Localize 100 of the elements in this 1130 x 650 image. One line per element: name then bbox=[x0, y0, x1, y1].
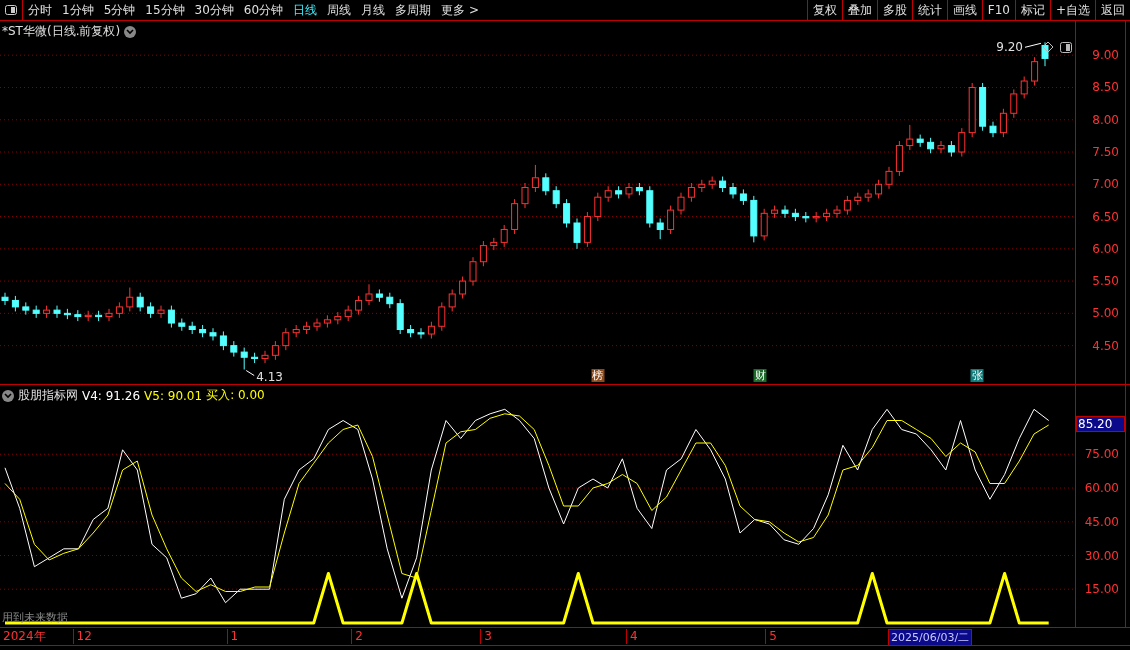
candlestick bbox=[833, 205, 841, 219]
candlestick bbox=[240, 347, 248, 370]
candlestick bbox=[916, 134, 924, 148]
candlestick bbox=[843, 195, 851, 216]
candlestick bbox=[459, 276, 467, 299]
candlestick bbox=[438, 301, 446, 332]
candlestick bbox=[563, 198, 571, 228]
period-tab[interactable]: 日线 bbox=[288, 0, 323, 20]
month-label: 1 bbox=[226, 629, 239, 644]
price-axis-label: 6.50 bbox=[1092, 209, 1119, 224]
candlestick bbox=[511, 198, 519, 235]
candlestick bbox=[667, 205, 675, 235]
period-tab[interactable]: 5分钟 bbox=[98, 0, 141, 20]
indicator-axis-label: 30.00 bbox=[1084, 548, 1119, 563]
candlestick bbox=[864, 188, 872, 203]
candlestick bbox=[771, 205, 779, 219]
diamond-icon[interactable] bbox=[1042, 41, 1054, 53]
candlestick bbox=[646, 185, 654, 228]
panel-icon[interactable] bbox=[5, 5, 17, 15]
candlestick bbox=[656, 218, 664, 240]
period-tab[interactable]: 更多 > bbox=[436, 0, 484, 20]
candlestick bbox=[32, 305, 40, 319]
candlestick bbox=[209, 327, 217, 341]
candlestick bbox=[323, 314, 331, 329]
price-axis-label: 6.00 bbox=[1092, 241, 1119, 256]
indicator-reading: 买入: 0.00 bbox=[206, 387, 265, 404]
candlestick bbox=[344, 305, 352, 322]
panel-icon[interactable] bbox=[1060, 42, 1072, 53]
candlestick bbox=[396, 298, 404, 335]
candlestick bbox=[282, 327, 290, 351]
candlestick bbox=[43, 305, 51, 319]
candlestick bbox=[927, 137, 935, 154]
candlestick bbox=[11, 295, 19, 312]
indicator-axis-label: 75.00 bbox=[1084, 447, 1119, 462]
period-tab[interactable]: 60分钟 bbox=[238, 0, 289, 20]
period-tab[interactable]: 月线 bbox=[356, 0, 391, 20]
candlestick bbox=[958, 127, 966, 158]
candlestick bbox=[95, 310, 103, 322]
candlestick bbox=[635, 182, 643, 196]
indicator-axis-label: 45.00 bbox=[1084, 514, 1119, 529]
candlestick bbox=[615, 185, 623, 199]
candlestick bbox=[251, 352, 259, 364]
period-tab[interactable]: 15分钟 bbox=[140, 0, 190, 20]
candlestick bbox=[1, 292, 9, 306]
candlestick bbox=[407, 324, 415, 338]
candlestick bbox=[386, 292, 394, 309]
candlestick bbox=[875, 179, 883, 199]
dropdown-icon[interactable] bbox=[124, 25, 137, 38]
month-label: 4 bbox=[625, 629, 638, 644]
current-value-label: 85.20 bbox=[1076, 416, 1125, 432]
period-tab[interactable]: 周线 bbox=[322, 0, 357, 20]
event-marker[interactable]: 张 bbox=[970, 369, 984, 382]
candlestick bbox=[521, 182, 529, 209]
month-label: 12 bbox=[72, 629, 92, 644]
candlestick bbox=[947, 140, 955, 158]
candlestick bbox=[355, 295, 363, 316]
candlestick bbox=[791, 208, 799, 222]
period-tab[interactable]: 多周期 bbox=[390, 0, 437, 20]
period-tab[interactable]: 分时 bbox=[23, 0, 57, 20]
candlestick bbox=[292, 324, 300, 338]
candlestick bbox=[115, 301, 123, 319]
candlestick bbox=[989, 121, 997, 138]
event-marker[interactable]: 财 bbox=[753, 369, 767, 382]
candlestick bbox=[906, 124, 914, 151]
candlestick bbox=[334, 311, 342, 325]
candlestick bbox=[719, 176, 727, 193]
price-axis-label: 9.00 bbox=[1092, 48, 1119, 63]
price-axis-label: 8.00 bbox=[1092, 112, 1119, 127]
indicator-axis-label: 15.00 bbox=[1084, 582, 1119, 597]
candlestick bbox=[854, 192, 862, 206]
candlestick bbox=[479, 240, 487, 267]
event-marker[interactable]: 榜 bbox=[591, 369, 605, 382]
candlestick bbox=[427, 321, 435, 340]
month-label: 5 bbox=[765, 629, 777, 644]
candlestick bbox=[219, 330, 227, 351]
candlestick bbox=[625, 182, 633, 199]
indicator-reading: V4: 91.26 bbox=[82, 388, 141, 403]
stock-title: *ST华微(日线.前复权) bbox=[2, 23, 121, 40]
year-label: 2024年 bbox=[2, 629, 46, 644]
candlestick bbox=[74, 309, 82, 322]
candlestick bbox=[167, 305, 175, 329]
dropdown-icon[interactable] bbox=[2, 389, 14, 402]
candlestick bbox=[1020, 76, 1028, 99]
indicator-reading: V5: 90.01 bbox=[144, 388, 203, 403]
month-label: 2 bbox=[351, 629, 363, 644]
period-tab[interactable]: 30分钟 bbox=[189, 0, 239, 20]
candlestick bbox=[812, 211, 820, 223]
period-tab[interactable]: 1分钟 bbox=[57, 0, 99, 20]
candlestick bbox=[708, 176, 716, 190]
candlestick bbox=[885, 166, 893, 190]
candlestick bbox=[303, 321, 311, 335]
price-axis-label: 7.50 bbox=[1092, 145, 1119, 159]
cursor-date-label: 2025/06/03/二 bbox=[888, 629, 973, 646]
candlestick bbox=[84, 310, 92, 322]
candlestick bbox=[490, 237, 498, 251]
candlestick bbox=[53, 305, 61, 319]
candlestick bbox=[999, 108, 1007, 138]
price-axis-label: 7.00 bbox=[1092, 177, 1119, 192]
warning-text: 用到未来数据 bbox=[2, 610, 68, 625]
candlestick bbox=[937, 140, 945, 154]
